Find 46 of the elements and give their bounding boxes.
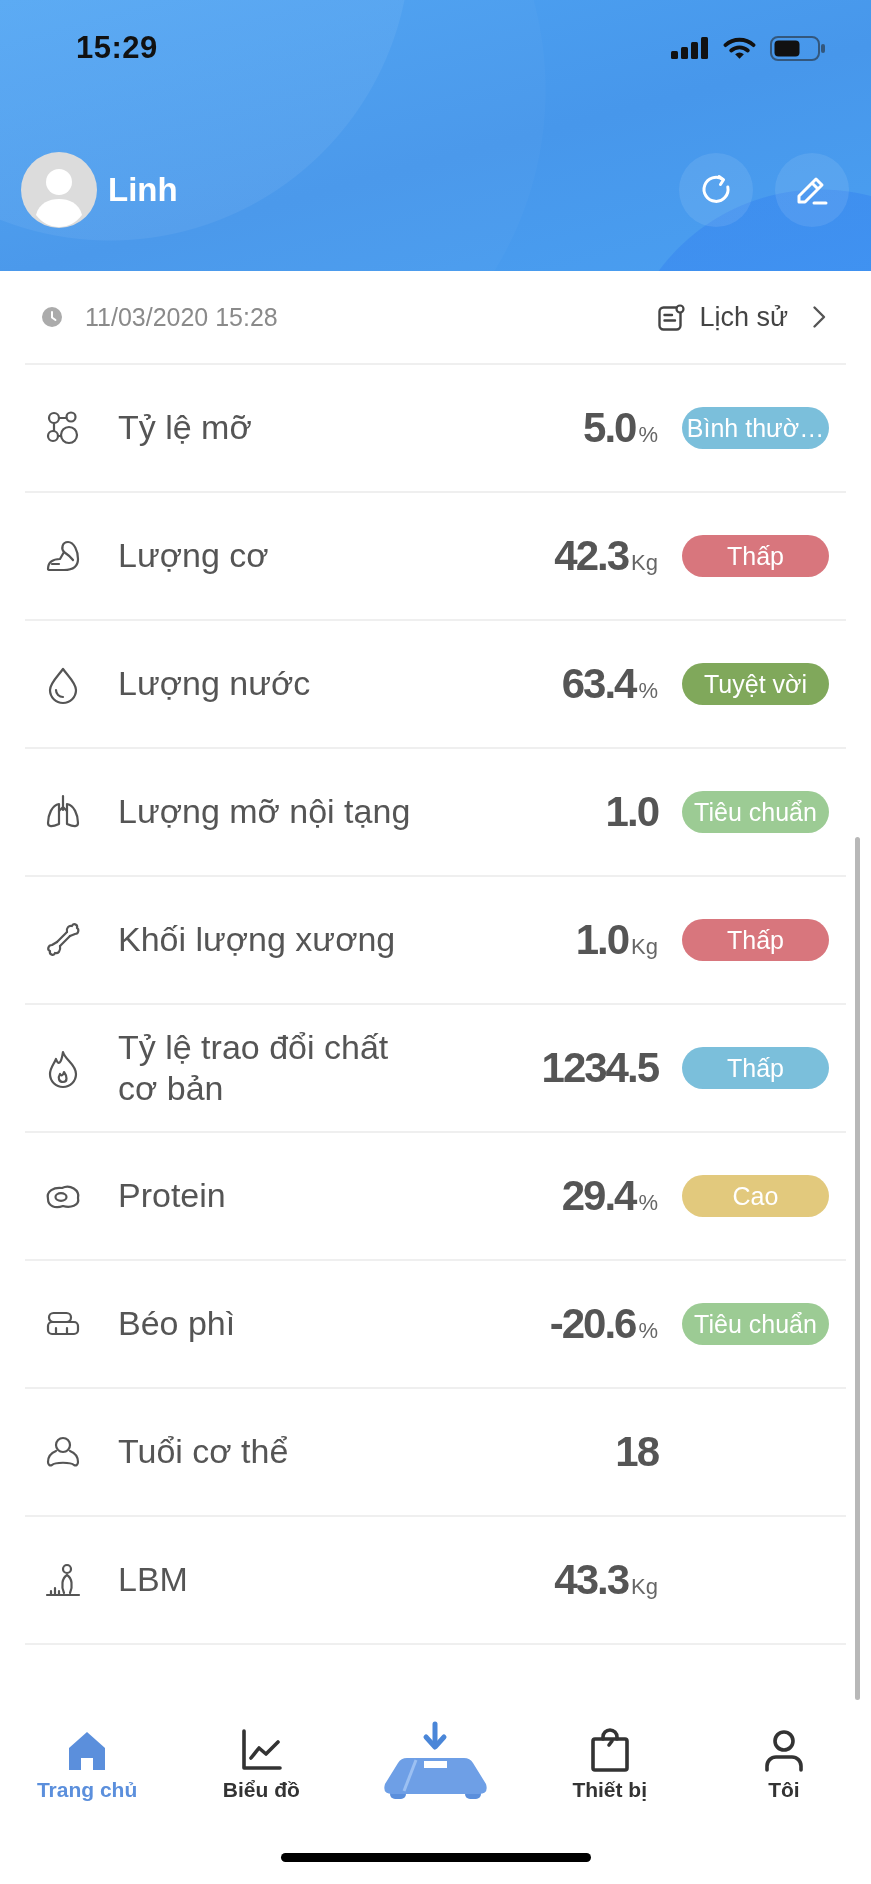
user-name: Linh [108,171,178,209]
scale-icon [382,1723,489,1801]
metric-label: Lượng mỡ nội tạng [118,791,412,833]
status-badge: Tiêu chuẩn [682,1303,829,1345]
signal-icon [671,37,709,59]
metric-label: Tỷ lệ mỡ [118,407,253,449]
metric-value: 63.4% [561,660,658,708]
nav-tab[interactable]: Biểu đồ [174,1700,349,1830]
metric-label: Béo phì [118,1303,237,1345]
metric-value: -20.6% [549,1300,658,1348]
metric-value: 29.4% [561,1172,658,1220]
metric-label: Protein [118,1175,227,1217]
metric-value: 1.0Kg [575,916,658,964]
measurement-time: 11/03/2020 15:28 [85,302,278,332]
status-badge: Thấp [682,1047,829,1089]
nav-tab[interactable]: Tôi [696,1700,871,1830]
metric-label: Tỷ lệ trao đổi chất cơ bản [118,1026,390,1109]
history-button[interactable]: Lịch sử [658,301,788,333]
metric-value: 43.3Kg [554,1556,658,1604]
metric-value: 1.0 [605,788,658,836]
metric-value: 42.3Kg [554,532,658,580]
battery-icon [770,35,826,61]
metric-label: Lượng nước [118,663,312,705]
shopping-bag-icon [588,1729,631,1771]
nav-tab[interactable]: Thiết bị [522,1700,697,1830]
metric-value: 5.0% [583,404,658,452]
metric-label: Khối lượng xương [118,919,397,961]
metric-label: Lượng cơ [118,535,270,577]
metric-label: LBM [118,1559,189,1601]
wifi-icon [723,36,756,60]
clock-icon [42,307,62,327]
status-badge: Tiêu chuẩn [682,791,829,833]
user-icon [762,1729,805,1771]
line-chart-icon [240,1729,283,1771]
metric-value: 1234.5 [541,1044,658,1092]
status-badge: Tuyệt vời [682,663,829,705]
status-badge: Thấp [682,535,829,577]
status-badge: Thấp [682,919,829,961]
notes-icon [658,303,686,331]
status-badge: Cao [682,1175,829,1217]
metric-label: Tuổi cơ thể [118,1431,290,1473]
status-time: 15:29 [76,30,158,66]
avatar-icon [21,152,97,228]
metric-value: 18 [615,1428,658,1476]
chevron-right-icon[interactable] [813,306,826,328]
status-badge: Bình thườ… [682,407,829,449]
